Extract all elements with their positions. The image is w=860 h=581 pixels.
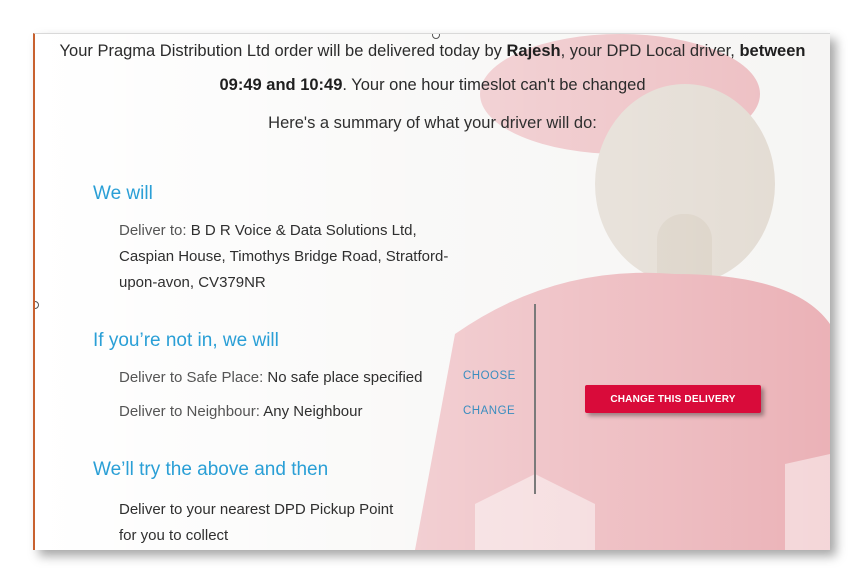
- pickup-line-1: Deliver to your nearest DPD Pickup Point: [119, 501, 394, 518]
- timeslot-note: . Your one hour timeslot can't be change…: [342, 76, 646, 94]
- address-line-3: upon-avon, CV379NR: [119, 274, 266, 291]
- header-line-1: Your Pragma Distribution Ltd order will …: [35, 34, 830, 68]
- selection-handle-left[interactable]: [35, 301, 39, 309]
- safe-place-label: Deliver to Safe Place:: [119, 369, 268, 386]
- choose-safe-place-link[interactable]: CHOOSE: [463, 370, 516, 382]
- change-neighbour-link[interactable]: CHANGE: [463, 405, 515, 417]
- neighbour-value: Any Neighbour: [263, 403, 363, 420]
- pickup-point-text: Deliver to your nearest DPD Pickup Point…: [119, 497, 393, 549]
- delivery-address: Deliver to: B D R Voice & Data Solutions…: [119, 218, 469, 296]
- then-title: We’ll try the above and then: [93, 459, 329, 480]
- address-line-1: B D R Voice & Data Solutions Ltd,: [190, 222, 417, 239]
- summary-text: Here's a summary of what your driver wil…: [268, 114, 597, 132]
- neighbour-row: Deliver to Neighbour: Any Neighbour: [119, 403, 362, 420]
- driver-name: Rajesh: [506, 42, 561, 60]
- we-will-title: We will: [93, 183, 153, 204]
- vertical-divider: [534, 304, 536, 494]
- delivery-header: Your Pragma Distribution Ltd order will …: [35, 34, 830, 102]
- change-delivery-button[interactable]: CHANGE THIS DELIVERY: [585, 385, 761, 413]
- header-text-mid: , your DPD Local driver,: [560, 42, 740, 60]
- pickup-line-2: for you to collect: [119, 527, 229, 544]
- address-line-2: Caspian House, Timothys Bridge Road, Str…: [119, 248, 449, 265]
- safe-place-row: Deliver to Safe Place: No safe place spe…: [119, 369, 423, 386]
- delivery-email-panel: Your Pragma Distribution Ltd order will …: [33, 33, 830, 550]
- between-label: between: [739, 42, 806, 60]
- timeslot: 09:49 and 10:49: [219, 76, 343, 94]
- deliver-to-label: Deliver to:: [119, 222, 191, 239]
- header-text: Your Pragma Distribution Ltd order will …: [59, 42, 507, 60]
- not-in-title: If you’re not in, we will: [93, 330, 279, 351]
- safe-place-value: No safe place specified: [267, 369, 423, 386]
- neighbour-label: Deliver to Neighbour:: [119, 403, 264, 420]
- header-line-2: 09:49 and 10:49. Your one hour timeslot …: [35, 68, 830, 102]
